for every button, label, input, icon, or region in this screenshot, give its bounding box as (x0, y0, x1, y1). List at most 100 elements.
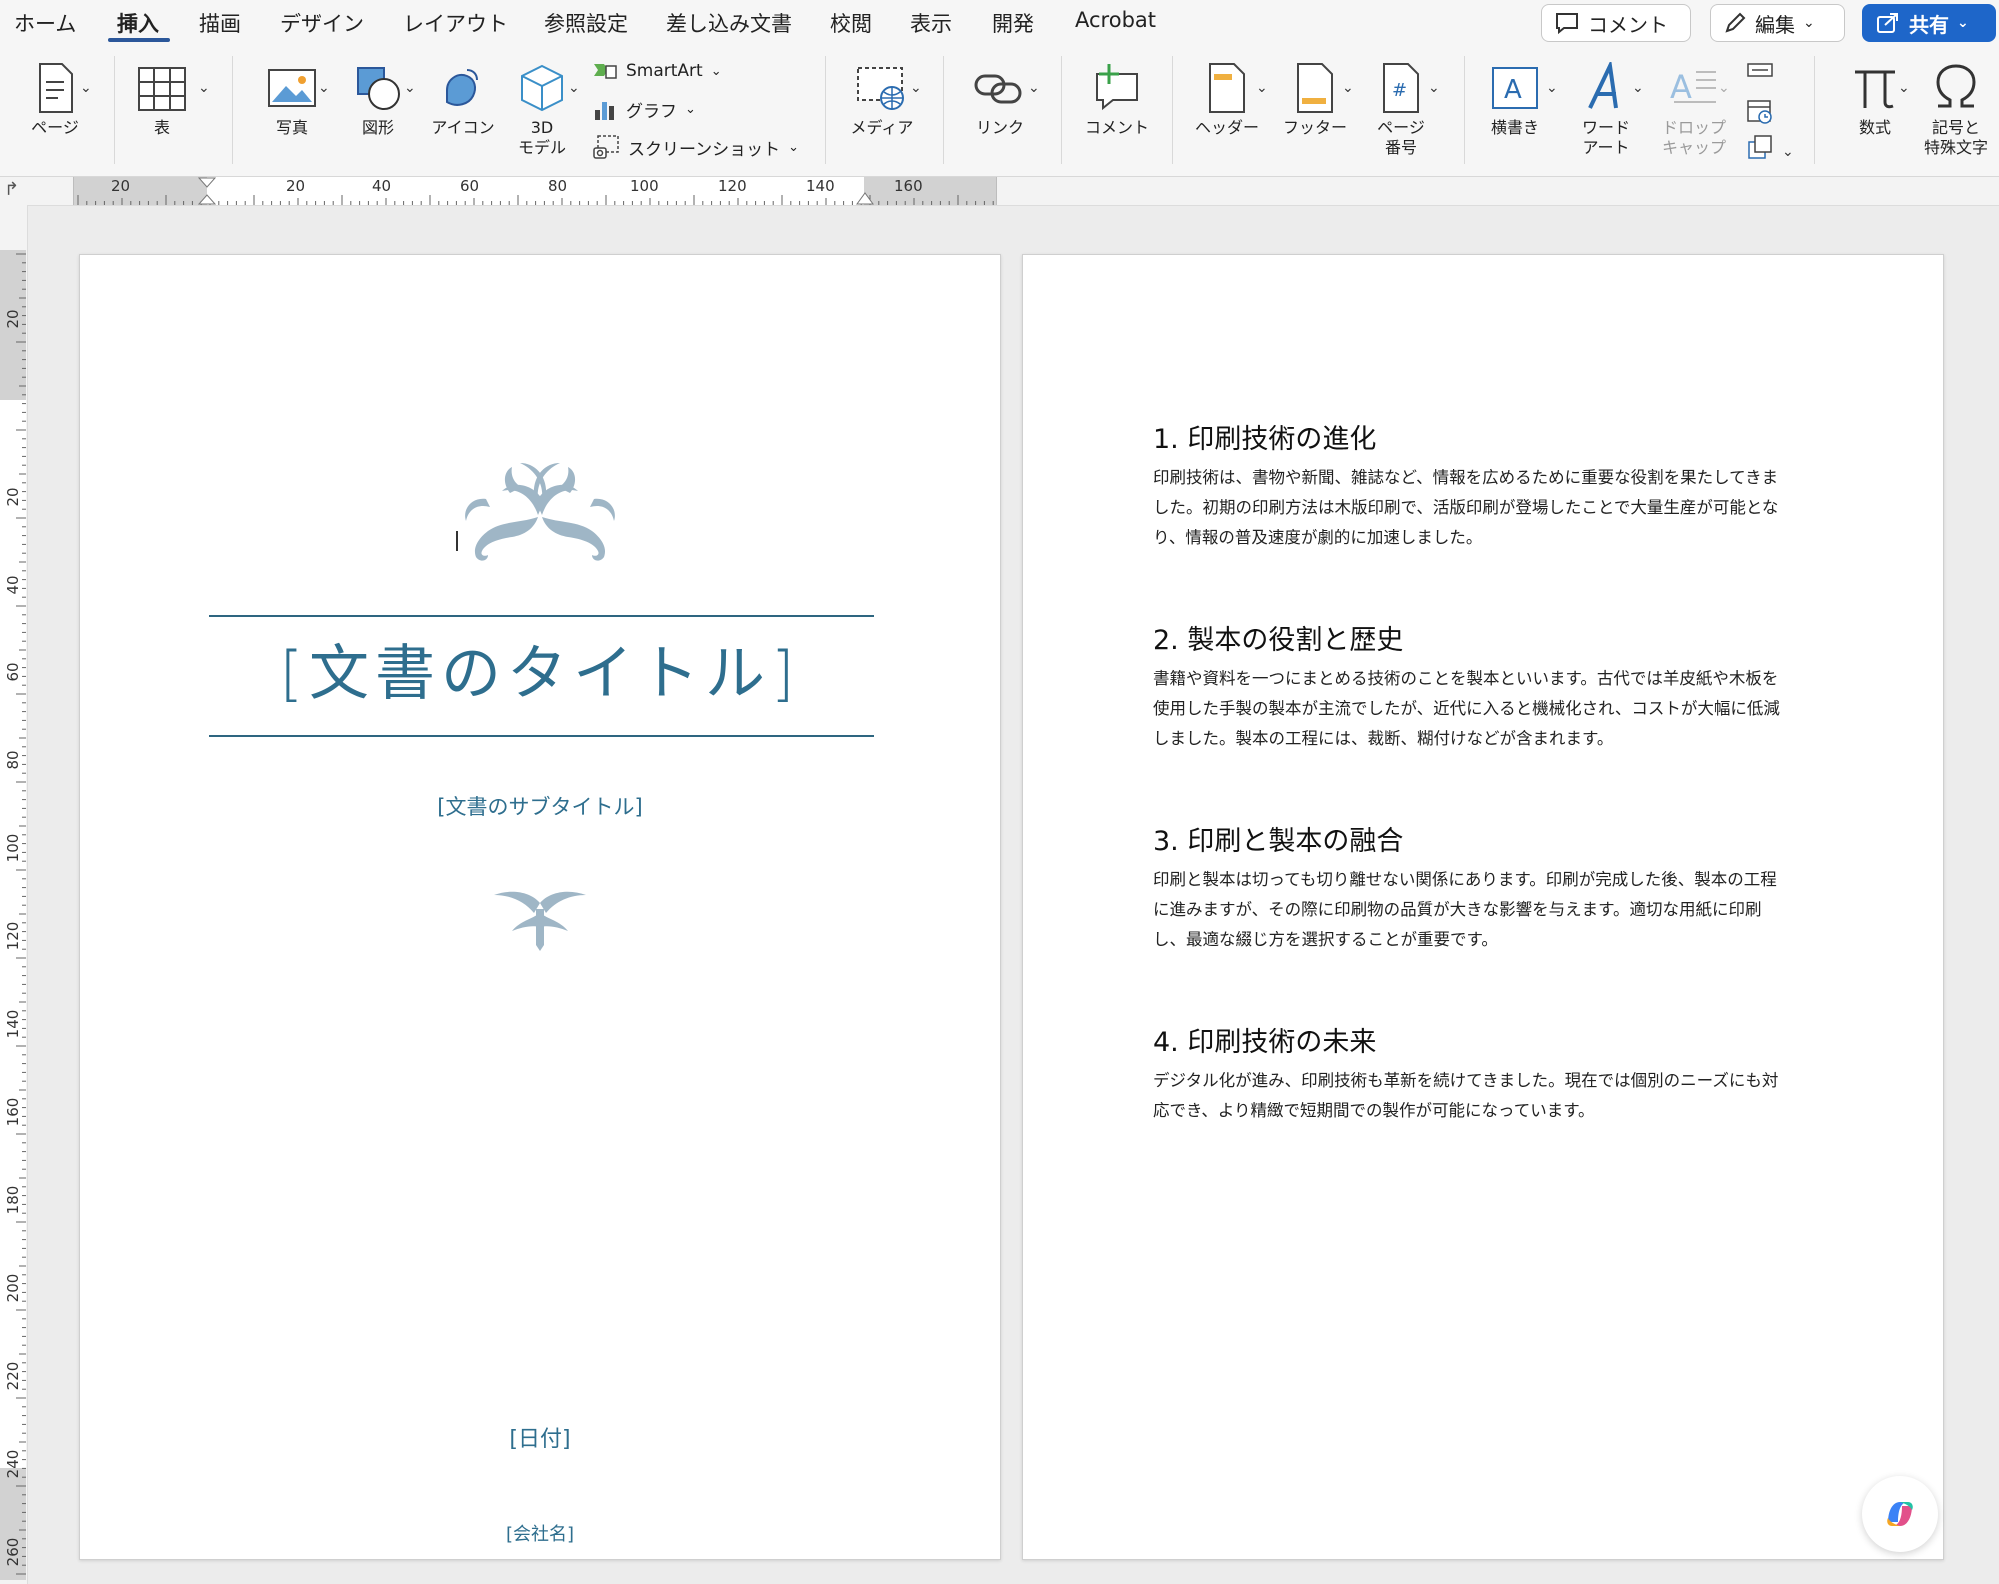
tab-home[interactable]: ホーム (14, 8, 76, 38)
symbol-button[interactable]: 記号と 特殊文字 (1916, 62, 1996, 158)
section-paragraph[interactable]: 書籍や資料を一つにまとめる技術のことを製本といいます。古代では羊皮紙や木板を 使… (1153, 664, 1805, 754)
chevron-down-icon[interactable]: ⌄ (910, 80, 922, 96)
ruler-number: 120 (4, 921, 22, 951)
right-indent-marker-icon[interactable] (856, 191, 874, 205)
chevron-down-icon[interactable]: ⌄ (1632, 80, 1644, 96)
company-name-placeholder[interactable]: [会社名] (80, 1520, 1000, 1546)
section-heading[interactable]: 1. 印刷技術の進化 (1153, 417, 1376, 456)
chevron-down-icon[interactable]: ⌄ (1546, 80, 1558, 96)
link-button[interactable]: リンク (960, 62, 1040, 138)
horizontal-ruler[interactable]: ↱ 20 20 40 60 80 100 120 140 160 (0, 177, 1999, 206)
chevron-down-icon[interactable]: ⌄ (1256, 80, 1268, 96)
screenshot-label: スクリーンショット (628, 139, 781, 160)
chevron-down-icon: ⌄ (1957, 15, 1969, 31)
chevron-down-icon[interactable]: ⌄ (1428, 80, 1440, 96)
section-heading[interactable]: 4. 印刷技術の未来 (1153, 1020, 1376, 1059)
cover-page[interactable]: [文書のタイトル] [文書のサブタイトル] [日付] [会社名] (79, 254, 1001, 1560)
add-comment-icon (1096, 64, 1138, 111)
footer-button[interactable]: フッター (1276, 62, 1354, 138)
comments-button[interactable]: コメント (1541, 4, 1691, 42)
chevron-down-icon[interactable]: ⌄ (1718, 80, 1730, 96)
chevron-down-icon[interactable]: ⌄ (1782, 144, 1794, 160)
tab-insert[interactable]: 挿入 (117, 8, 159, 38)
icons-button[interactable]: アイコン (422, 62, 504, 138)
page-number-button[interactable]: # ページ 番号 (1362, 62, 1440, 158)
tab-view[interactable]: 表示 (910, 8, 952, 38)
chevron-down-icon[interactable]: ⌄ (318, 80, 330, 96)
editing-mode-button[interactable]: 編集 ⌄ (1710, 4, 1845, 42)
tab-acrobat[interactable]: Acrobat (1075, 8, 1156, 32)
chevron-down-icon: ⌄ (685, 102, 696, 117)
date-time-button[interactable] (1740, 96, 1780, 130)
tab-selector-icon[interactable]: ↱ (4, 179, 19, 200)
wordart-label-line1: ワード (1581, 118, 1630, 137)
document-title-placeholder[interactable]: [文書のタイトル] (80, 625, 1000, 712)
section-heading[interactable]: 3. 印刷と製本の融合 (1153, 819, 1403, 858)
pencil-icon (1725, 12, 1746, 33)
section-paragraph[interactable]: デジタル化が進み、印刷技術も革新を続けてきました。現在では個別のニーズにも対 応… (1153, 1066, 1805, 1126)
ruler-number: 240 (4, 1449, 22, 1479)
share-button[interactable]: 共有 ⌄ (1862, 4, 1996, 42)
chevron-down-icon[interactable]: ⌄ (80, 80, 92, 96)
page-label: ページ (31, 118, 79, 137)
symbol-label-line1: 記号と (1931, 118, 1980, 137)
table-button[interactable]: 表 (132, 62, 192, 138)
header-icon (1209, 63, 1245, 113)
page-number-label-line2: 番号 (1384, 138, 1417, 157)
tab-draw[interactable]: 描画 (199, 8, 241, 38)
shapes-button[interactable]: 図形 (340, 62, 416, 138)
content-page[interactable]: 1. 印刷技術の進化 印刷技術は、書物や新聞、雑誌など、情報を広めるために重要な… (1022, 254, 1944, 1560)
section-paragraph[interactable]: 印刷技術は、書物や新聞、雑誌など、情報を広めるために重要な役割を果たしてきま し… (1153, 463, 1805, 553)
drop-cap-label-line2: キャップ (1661, 138, 1726, 157)
header-button[interactable]: ヘッダー (1186, 62, 1268, 138)
page-button[interactable]: ページ (18, 62, 92, 138)
tab-design[interactable]: デザイン (280, 8, 364, 38)
drop-cap-button[interactable]: A ドロップ キャップ (1652, 62, 1736, 158)
indent-marker-icon[interactable] (198, 177, 216, 205)
wordart-button[interactable]: ワード アート (1564, 62, 1648, 158)
tab-layout[interactable]: レイアウト (403, 8, 508, 38)
chevron-down-icon: ⌄ (1803, 15, 1815, 31)
equation-label: 数式 (1858, 118, 1891, 137)
tab-review[interactable]: 校閲 (830, 8, 872, 38)
page-number-icon: # (1383, 63, 1419, 113)
chevron-down-icon[interactable]: ⌄ (198, 80, 210, 96)
ruler-number: 140 (806, 177, 835, 195)
media-button[interactable]: メディア (842, 62, 922, 138)
chart-button[interactable]: グラフ ⌄ (592, 97, 696, 122)
text-box-button[interactable]: A 横書き (1476, 62, 1554, 138)
footer-icon (1297, 63, 1333, 113)
signature-line-icon (1747, 63, 1773, 77)
ruler-number: 260 (4, 1537, 22, 1567)
copilot-button[interactable] (1862, 1476, 1938, 1552)
pictures-button[interactable]: 写真 (254, 62, 330, 138)
chevron-down-icon[interactable]: ⌄ (568, 80, 580, 96)
tab-mailings[interactable]: 差し込み文書 (666, 8, 792, 38)
section-paragraph[interactable]: 印刷と製本は切っても切り離せない関係にあります。印刷が完成した後、製本の工程 に… (1153, 865, 1805, 955)
document-subtitle-placeholder[interactable]: [文書のサブタイトル] (80, 791, 1000, 821)
3d-models-button[interactable]: 3D モデル (500, 62, 584, 158)
object-button[interactable] (1740, 134, 1780, 164)
header-label: ヘッダー (1194, 118, 1259, 137)
screenshot-button[interactable]: スクリーンショット ⌄ (592, 134, 799, 160)
ruler-number: 60 (460, 177, 480, 195)
vertical-ruler[interactable]: 20 20 40 60 80 100 120 140 160 180 200 2… (0, 205, 28, 1584)
equation-button[interactable]: 数式 (1834, 62, 1916, 138)
paragraph-line: し、最適な綴じ方を選択することが重要です。 (1153, 930, 1498, 949)
chevron-down-icon[interactable]: ⌄ (1342, 80, 1354, 96)
chevron-down-icon[interactable]: ⌄ (404, 80, 416, 96)
ruler-number: 200 (4, 1273, 22, 1303)
smartart-button[interactable]: SmartArt ⌄ (592, 60, 722, 82)
editing-label: 編集 (1755, 12, 1795, 37)
text-cursor (456, 531, 458, 551)
tab-developer[interactable]: 開発 (992, 8, 1034, 38)
new-comment-button[interactable]: コメント (1077, 62, 1157, 138)
chevron-down-icon[interactable]: ⌄ (1028, 80, 1040, 96)
section-heading[interactable]: 2. 製本の役割と歴史 (1153, 618, 1403, 657)
tab-references[interactable]: 参照設定 (544, 8, 628, 38)
title-rule-top (209, 615, 874, 617)
chevron-down-icon[interactable]: ⌄ (1898, 80, 1910, 96)
date-placeholder[interactable]: [日付] (80, 1421, 1000, 1453)
calendar-clock-icon (1747, 100, 1772, 124)
signature-line-button[interactable] (1740, 60, 1780, 84)
